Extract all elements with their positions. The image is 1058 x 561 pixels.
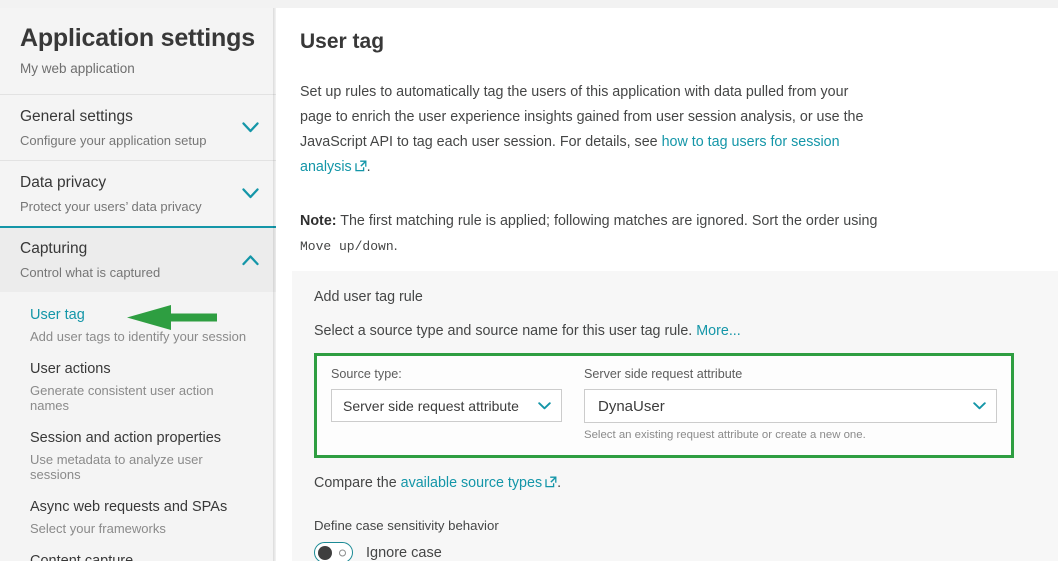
chevron-down-icon[interactable] <box>240 117 260 137</box>
request-attribute-value: DynaUser <box>598 397 665 415</box>
chevron-up-icon[interactable] <box>240 250 260 270</box>
more-link[interactable]: More... <box>696 323 741 339</box>
compare-prefix: Compare the <box>314 475 401 491</box>
sidebar-group-label: Data privacy <box>20 173 107 191</box>
top-band <box>0 0 1058 8</box>
ignore-case-row: Ignore case <box>314 542 1058 561</box>
sidebar-group-desc: Protect your users’ data privacy <box>20 199 202 215</box>
app-root: Application settings My web application … <box>0 8 1058 561</box>
sidebar-item-async-web-requests-and-spas[interactable]: Async web requests and SPAs Select your … <box>30 498 256 536</box>
compare-trailing: . <box>557 475 562 491</box>
available-source-types-link[interactable]: available source types <box>401 475 542 491</box>
source-type-label: Source type: <box>331 367 402 381</box>
sidebar-group-label: Capturing <box>20 240 88 258</box>
add-user-tag-rule-card: Add user tag rule Select a source type a… <box>292 271 1058 561</box>
sidebar-item-desc: Add user tags to identify your session <box>30 329 247 345</box>
sidebar-header: Application settings My web application <box>0 8 276 94</box>
chevron-down-icon[interactable] <box>973 402 986 410</box>
source-fields-highlight-box: Source type: Server side request attribu… <box>314 353 1014 458</box>
toggle-knob <box>318 545 332 560</box>
source-type-select[interactable]: Server side request attribute <box>331 389 562 422</box>
external-link-icon[interactable] <box>545 476 557 492</box>
sidebar-item-label: User actions <box>30 361 111 378</box>
note-trailing: . <box>393 238 398 254</box>
sidebar-item-label: Async web requests and SPAs <box>30 498 228 515</box>
note-mono-hint: Move up/down <box>300 239 394 254</box>
note-paragraph: Note: The first matching rule is applied… <box>300 209 900 259</box>
ignore-case-toggle[interactable] <box>314 542 353 561</box>
sidebar-item-label: Content capture <box>30 552 134 561</box>
sidebar-group-general-settings[interactable]: General settings Configure your applicat… <box>0 93 276 160</box>
card-title: Add user tag rule <box>314 289 423 305</box>
case-sensitivity-title: Define case sensitivity behavior <box>314 518 499 533</box>
sidebar-item-label: Session and action properties <box>30 429 222 446</box>
sidebar-item-user-actions[interactable]: User actions Generate consistent user ac… <box>30 360 256 413</box>
chevron-down-icon[interactable] <box>240 183 260 203</box>
external-link-icon[interactable] <box>355 156 367 181</box>
sidebar-group-desc: Configure your application setup <box>20 132 207 148</box>
sidebar-group-capturing[interactable]: Capturing Control what is captured <box>0 226 276 293</box>
intro-paragraph: Set up rules to automatically tag the us… <box>300 80 870 181</box>
sidebar-subtitle: My web application <box>20 60 135 76</box>
sidebar-item-desc: Select your frameworks <box>30 520 166 536</box>
compare-source-types-line: Compare the available source types. <box>314 475 1058 492</box>
request-attribute-select[interactable]: DynaUser <box>584 389 997 423</box>
request-attribute-label: Server side request attribute <box>584 367 743 381</box>
chevron-down-icon[interactable] <box>538 401 551 410</box>
toggle-off-indicator-icon <box>339 549 346 556</box>
note-label: Note: <box>300 213 337 229</box>
intro-trailing: . <box>366 159 371 175</box>
sidebar-subitem-list: User tag Add user tags to identify your … <box>0 292 276 561</box>
sidebar-item-desc: Generate consistent user action names <box>30 382 214 413</box>
card-subtitle: Select a source type and source name for… <box>314 323 1058 339</box>
sidebar-item-user-tag[interactable]: User tag Add user tags to identify your … <box>30 306 256 344</box>
sidebar-item-session-and-action-properties[interactable]: Session and action properties Use metada… <box>30 429 256 482</box>
sidebar-group-data-privacy[interactable]: Data privacy Protect your users’ data pr… <box>0 159 276 226</box>
sidebar: Application settings My web application … <box>0 8 276 561</box>
main-content: User tag Set up rules to automatically t… <box>276 8 1058 561</box>
sidebar-item-desc: Use metadata to analyze user sessions <box>30 451 203 482</box>
source-type-value: Server side request attribute <box>343 397 519 414</box>
ignore-case-label: Ignore case <box>366 544 442 561</box>
content-page-title: User tag <box>300 30 385 53</box>
request-attribute-help-text: Select an existing request attribute or … <box>584 429 866 441</box>
request-attribute-field-group: Server side request attribute DynaUser S… <box>581 367 997 441</box>
note-text: The first matching rule is applied; foll… <box>336 213 878 229</box>
sidebar-group-label: General settings <box>20 107 133 125</box>
sidebar-item-content-capture[interactable]: Content capture <box>30 552 256 561</box>
page-title-heading: Application settings <box>20 24 255 52</box>
sidebar-group-desc: Control what is captured <box>20 265 161 281</box>
sidebar-item-label: User tag <box>30 307 85 324</box>
card-subtitle-text: Select a source type and source name for… <box>314 323 697 339</box>
source-type-field-group: Source type: Server side request attribu… <box>331 367 581 441</box>
case-sensitivity-section: Define case sensitivity behavior Ignore … <box>314 518 1058 561</box>
